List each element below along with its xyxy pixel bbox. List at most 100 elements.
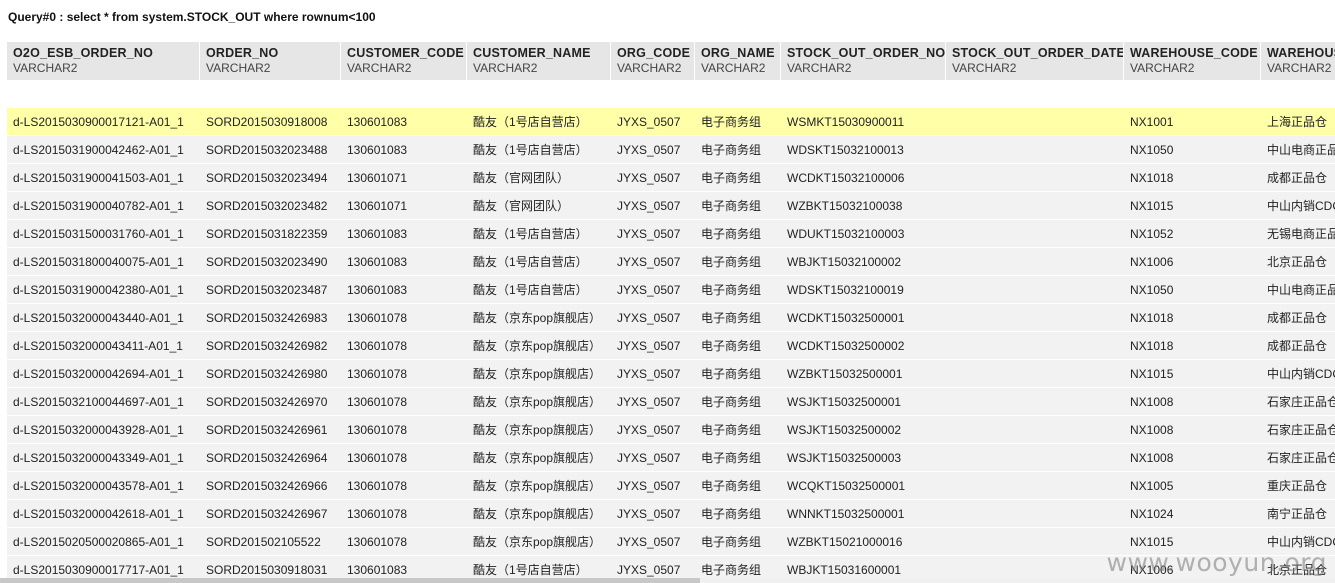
column-header[interactable]: ORDER_NO VARCHAR2: [200, 42, 341, 80]
table-cell[interactable]: 中山内销CDC: [1261, 192, 1335, 220]
table-cell[interactable]: 130601078: [341, 360, 467, 388]
table-cell[interactable]: NX1024: [1124, 500, 1261, 528]
table-cell[interactable]: 酷友（京东pop旗舰店）: [467, 500, 611, 528]
table-cell[interactable]: WDSKT15032100019: [781, 276, 946, 304]
table-cell[interactable]: NX1018: [1124, 164, 1261, 192]
table-cell[interactable]: 电子商务组: [695, 360, 781, 388]
table-cell[interactable]: 酷友（1号店自营店）: [467, 276, 611, 304]
table-cell[interactable]: JYXS_0507: [611, 276, 695, 304]
table-cell[interactable]: NX1050: [1124, 276, 1261, 304]
table-cell[interactable]: 酷友（1号店自营店）: [467, 108, 611, 136]
table-row[interactable]: d-LS2015032100044697-A01_1 SORD2015032426…: [7, 388, 1335, 416]
table-cell[interactable]: [946, 360, 1124, 388]
table-cell[interactable]: 石家庄正品仓: [1261, 388, 1335, 416]
table-cell[interactable]: d-LS2015031900040782-A01_1: [7, 192, 200, 220]
table-cell[interactable]: 石家庄正品仓: [1261, 444, 1335, 472]
table-cell[interactable]: NX1005: [1124, 472, 1261, 500]
table-cell[interactable]: d-LS2015032000042694-A01_1: [7, 360, 200, 388]
table-cell[interactable]: SORD2015032426961: [200, 416, 341, 444]
table-cell[interactable]: JYXS_0507: [611, 444, 695, 472]
table-cell[interactable]: NX1008: [1124, 416, 1261, 444]
table-cell[interactable]: 130601078: [341, 388, 467, 416]
scrollbar-thumb[interactable]: [0, 578, 700, 583]
table-cell[interactable]: [946, 220, 1124, 248]
table-cell[interactable]: JYXS_0507: [611, 248, 695, 276]
table-cell[interactable]: 130601078: [341, 444, 467, 472]
table-cell[interactable]: [946, 332, 1124, 360]
table-cell[interactable]: 130601083: [341, 220, 467, 248]
table-cell[interactable]: WSJKT15032500003: [781, 444, 946, 472]
column-header[interactable]: CUSTOMER_NAME VARCHAR2: [467, 42, 611, 80]
table-cell[interactable]: d-LS2015032000042618-A01_1: [7, 500, 200, 528]
table-cell[interactable]: d-LS2015032000043928-A01_1: [7, 416, 200, 444]
table-cell[interactable]: 电子商务组: [695, 472, 781, 500]
table-row[interactable]: d-LS2015032000042694-A01_1 SORD2015032426…: [7, 360, 1335, 388]
table-cell[interactable]: [946, 192, 1124, 220]
table-cell[interactable]: WCDKT15032100006: [781, 164, 946, 192]
table-row[interactable]: d-LS2015032000043928-A01_1 SORD2015032426…: [7, 416, 1335, 444]
table-cell[interactable]: WZBKT15032500001: [781, 360, 946, 388]
table-cell[interactable]: d-LS2015030900017121-A01_1: [7, 108, 200, 136]
table-cell[interactable]: SORD2015031822359: [200, 220, 341, 248]
table-cell[interactable]: 电子商务组: [695, 444, 781, 472]
table-cell[interactable]: 中山电商正品: [1261, 136, 1335, 164]
table-cell[interactable]: 北京正品仓: [1261, 248, 1335, 276]
table-cell[interactable]: 电子商务组: [695, 248, 781, 276]
table-row[interactable]: d-LS2015032000043411-A01_1 SORD2015032426…: [7, 332, 1335, 360]
table-cell[interactable]: JYXS_0507: [611, 388, 695, 416]
table-row[interactable]: d-LS2015032000043440-A01_1 SORD2015032426…: [7, 304, 1335, 332]
column-header[interactable]: STOCK_OUT_ORDER_NO VARCHAR2: [781, 42, 946, 80]
table-cell[interactable]: d-LS2015031900042380-A01_1: [7, 276, 200, 304]
table-cell[interactable]: JYXS_0507: [611, 192, 695, 220]
table-cell[interactable]: [946, 388, 1124, 416]
table-cell[interactable]: 电子商务组: [695, 388, 781, 416]
table-cell[interactable]: 石家庄正品仓: [1261, 416, 1335, 444]
table-cell[interactable]: 酷友（1号店自营店）: [467, 248, 611, 276]
table-cell[interactable]: 酷友（京东pop旗舰店）: [467, 416, 611, 444]
table-cell[interactable]: SORD2015032023487: [200, 276, 341, 304]
table-cell[interactable]: d-LS2015031900042462-A01_1: [7, 136, 200, 164]
table-cell[interactable]: 130601078: [341, 528, 467, 556]
table-cell[interactable]: d-LS2015032000043578-A01_1: [7, 472, 200, 500]
table-row[interactable]: d-LS2015031900041503-A01_1 SORD2015032023…: [7, 164, 1335, 192]
table-cell[interactable]: 电子商务组: [695, 416, 781, 444]
table-row[interactable]: d-LS2015031900042380-A01_1 SORD2015032023…: [7, 276, 1335, 304]
table-cell[interactable]: NX1015: [1124, 360, 1261, 388]
table-cell[interactable]: SORD2015032426970: [200, 388, 341, 416]
table-cell[interactable]: d-LS2015032100044697-A01_1: [7, 388, 200, 416]
table-cell[interactable]: [946, 500, 1124, 528]
column-header[interactable]: CUSTOMER_CODE VARCHAR2: [341, 42, 467, 80]
table-cell[interactable]: NX1050: [1124, 136, 1261, 164]
table-cell[interactable]: d-LS2015031500031760-A01_1: [7, 220, 200, 248]
table-cell[interactable]: 电子商务组: [695, 192, 781, 220]
table-cell[interactable]: NX1015: [1124, 192, 1261, 220]
table-cell[interactable]: SORD2015032426982: [200, 332, 341, 360]
table-row[interactable]: d-LS2015030900017121-A01_1 SORD2015030918…: [7, 108, 1335, 136]
table-cell[interactable]: JYXS_0507: [611, 472, 695, 500]
table-cell[interactable]: 酷友（1号店自营店）: [467, 220, 611, 248]
table-cell[interactable]: [946, 444, 1124, 472]
table-cell[interactable]: JYXS_0507: [611, 360, 695, 388]
table-cell[interactable]: 130601083: [341, 136, 467, 164]
table-cell[interactable]: JYXS_0507: [611, 108, 695, 136]
table-cell[interactable]: 130601078: [341, 332, 467, 360]
table-cell[interactable]: [946, 136, 1124, 164]
table-cell[interactable]: [946, 276, 1124, 304]
table-cell[interactable]: 130601083: [341, 276, 467, 304]
table-cell[interactable]: JYXS_0507: [611, 304, 695, 332]
table-cell[interactable]: JYXS_0507: [611, 528, 695, 556]
table-cell[interactable]: SORD2015032426983: [200, 304, 341, 332]
table-cell[interactable]: SORD2015032023494: [200, 164, 341, 192]
table-cell[interactable]: 电子商务组: [695, 304, 781, 332]
table-cell[interactable]: 成都正品仓: [1261, 164, 1335, 192]
table-cell[interactable]: 酷友（1号店自营店）: [467, 136, 611, 164]
table-cell[interactable]: 电子商务组: [695, 220, 781, 248]
table-cell[interactable]: d-LS2015031900041503-A01_1: [7, 164, 200, 192]
table-cell[interactable]: WCDKT15032500002: [781, 332, 946, 360]
table-cell[interactable]: 130601078: [341, 500, 467, 528]
table-cell[interactable]: [946, 416, 1124, 444]
table-cell[interactable]: NX1006: [1124, 248, 1261, 276]
horizontal-scrollbar[interactable]: [0, 578, 1335, 583]
table-cell[interactable]: WCQKT15032500001: [781, 472, 946, 500]
table-cell[interactable]: JYXS_0507: [611, 332, 695, 360]
